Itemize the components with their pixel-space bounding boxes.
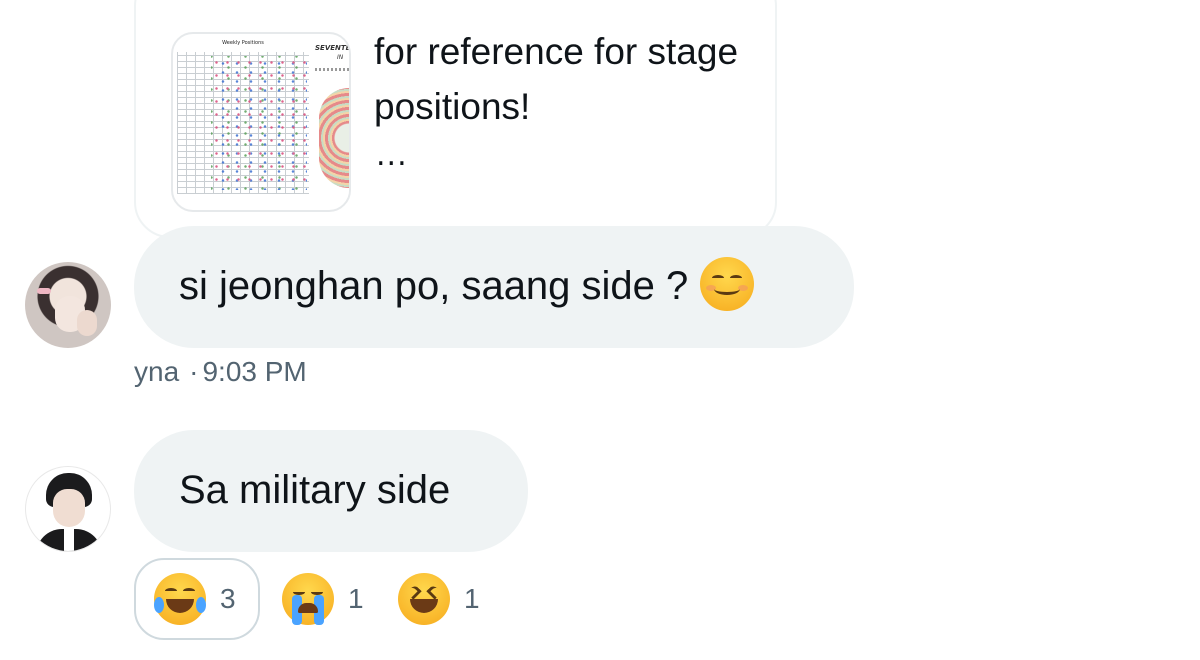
avatar[interactable] [25,262,111,348]
venue-map-title: SEVENTE [315,44,351,52]
shared-post-text[interactable]: for reference for stage positions! [374,24,764,134]
message-text: si jeonghan po, saang side ? [179,264,689,308]
positions-sheet-image: Weekly Positions [177,40,309,198]
venue-map-image: SEVENTE IN [313,40,351,198]
reaction-tears-of-joy[interactable]: 3 [134,558,260,640]
sheet-marks [211,56,307,190]
sender-name[interactable]: yna [134,356,179,387]
smiling-face-emoji-icon [700,257,755,312]
meta-separator: · [189,356,199,387]
message-bubble[interactable]: Sa military side [134,430,528,552]
message-timestamp: 9:03 PM [202,356,307,387]
dm-conversation: Weekly Positions SEVENTE IN for referenc… [0,0,1200,660]
shirt [64,529,74,551]
message-text: Sa military side [179,468,451,512]
venue-seating-map [319,88,349,188]
face [53,489,85,527]
message-bubble[interactable]: si jeonghan po, saang side ? [134,226,854,348]
reaction-count: 3 [220,583,236,614]
reaction-loudly-crying[interactable]: 1 [282,558,364,640]
show-more-ellipsis[interactable]: ... [376,138,408,173]
message-meta: yna · 9:03 PM [134,356,307,388]
sheet-title: Weekly Positions [222,40,264,46]
reaction-grinning-squinting[interactable]: 1 [398,558,480,640]
hair-clip [37,288,51,294]
reaction-count: 1 [348,583,364,614]
shared-post-thumbnail[interactable]: Weekly Positions SEVENTE IN [171,32,351,212]
reaction-count: 1 [464,583,480,614]
venue-map-divider [315,68,349,71]
grinning-squinting-face-icon [398,573,450,625]
avatar[interactable] [25,466,111,552]
venue-map-subtitle: IN [337,54,344,61]
loudly-crying-face-icon [282,573,334,625]
face-with-tears-of-joy-icon [154,573,206,625]
hand [77,310,97,336]
